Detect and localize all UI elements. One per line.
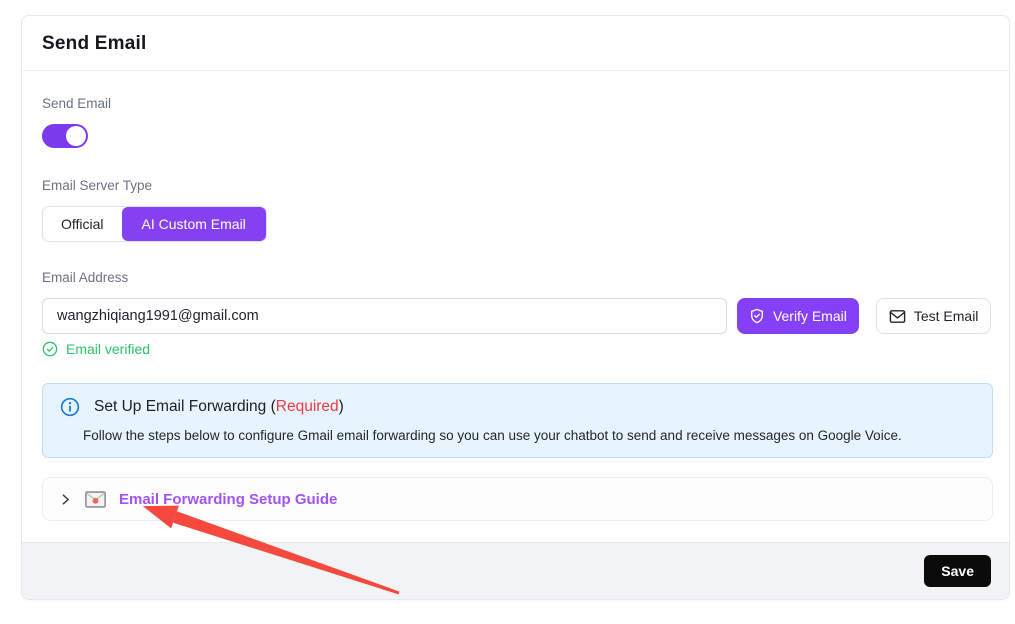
email-row: Verify Email Test Email (42, 298, 991, 334)
email-forwarding-guide-accordion[interactable]: Email Forwarding Setup Guide (42, 477, 993, 521)
check-circle-icon (42, 341, 58, 357)
email-server-type-label: Email Server Type (42, 178, 991, 193)
card-header: Send Email (22, 16, 1009, 71)
email-forwarding-info-box: Set Up Email Forwarding (Required) Follo… (42, 383, 993, 458)
email-verified-text: Email verified (66, 341, 150, 357)
send-email-toggle[interactable] (42, 124, 88, 148)
email-server-type-segmented: Official AI Custom Email (42, 206, 267, 242)
verify-email-button[interactable]: Verify Email (737, 298, 860, 334)
card-footer: Save (22, 542, 1009, 599)
email-address-label: Email Address (42, 270, 991, 285)
required-text: Required (276, 398, 339, 415)
send-email-card: Send Email Send Email Email Server Type … (21, 15, 1010, 600)
server-type-official-button[interactable]: Official (43, 207, 122, 241)
server-type-ai-custom-email-button[interactable]: AI Custom Email (122, 207, 266, 241)
info-circle-icon (60, 397, 80, 417)
card-body: Send Email Email Server Type Official AI… (22, 71, 1009, 521)
toggle-knob (66, 126, 86, 146)
info-title-row: Set Up Email Forwarding (Required) (60, 397, 976, 417)
email-address-input[interactable] (42, 298, 727, 334)
verify-email-label: Verify Email (773, 308, 847, 324)
save-button[interactable]: Save (924, 555, 991, 587)
test-email-label: Test Email (914, 308, 979, 324)
chevron-right-icon (59, 493, 72, 506)
test-email-button[interactable]: Test Email (876, 298, 991, 334)
info-body-text: Follow the steps below to configure Gmai… (83, 428, 976, 443)
envelope-icon (889, 309, 906, 324)
email-verified-status: Email verified (42, 341, 991, 357)
send-email-toggle-label: Send Email (42, 96, 991, 111)
email-envelope-icon (85, 491, 106, 508)
shield-check-icon (749, 308, 765, 324)
info-title: Set Up Email Forwarding (Required) (94, 398, 344, 416)
guide-title-link[interactable]: Email Forwarding Setup Guide (119, 491, 337, 508)
page-title: Send Email (42, 33, 989, 55)
